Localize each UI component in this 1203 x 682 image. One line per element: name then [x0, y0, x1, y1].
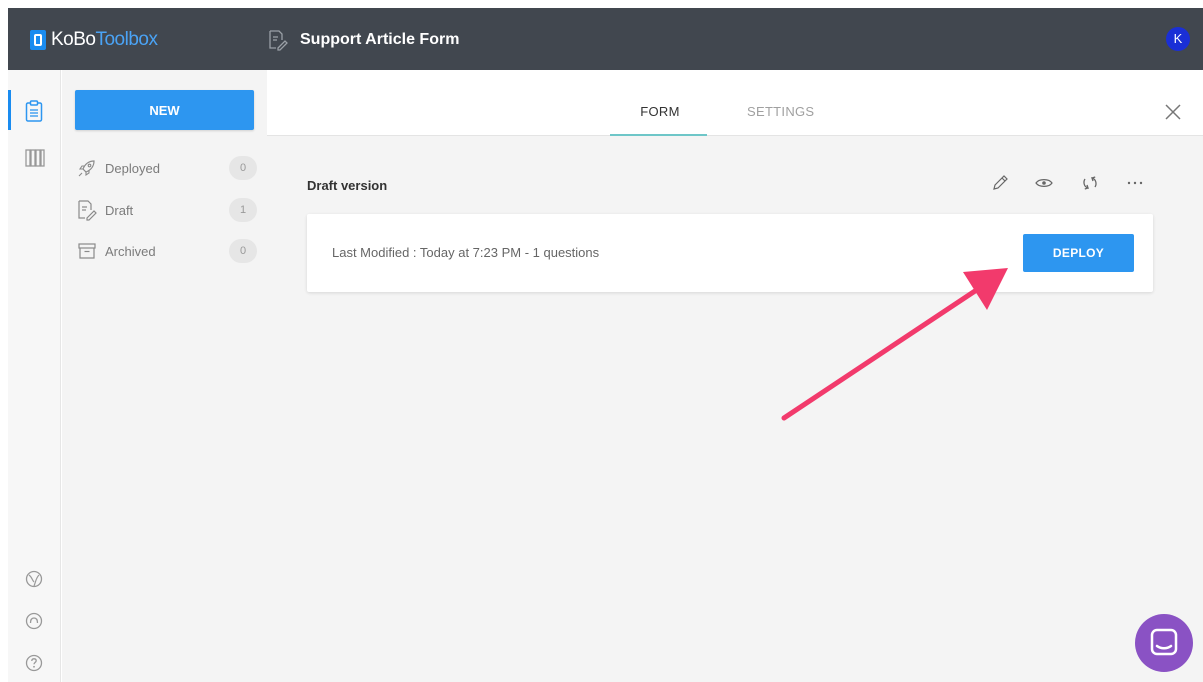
form-title-area: Support Article Form [268, 28, 459, 52]
logo-text-secondary: Toolbox [95, 29, 158, 50]
rail-active-indicator [8, 90, 11, 130]
deploy-button[interactable]: DEPLOY [1023, 234, 1134, 272]
sidebar-item-draft[interactable]: Draft 1 [77, 198, 257, 222]
sidebar-item-label: Deployed [105, 160, 160, 176]
sidebar-item-deployed[interactable]: Deployed 0 [77, 156, 257, 180]
sidebar-item-archived[interactable]: Archived 0 [77, 239, 257, 263]
sidebar-item-label: Archived [105, 243, 156, 259]
help-question-icon[interactable] [25, 654, 43, 672]
archived-count-badge: 0 [229, 239, 257, 263]
tab-settings[interactable]: SETTINGS [747, 104, 814, 119]
more-options-icon[interactable] [1125, 174, 1145, 192]
replace-refresh-icon[interactable] [1081, 174, 1099, 192]
forms-sidebar: NEW Deployed 0 Draft 1 Archived 0 [62, 70, 267, 682]
top-bar: KoBoToolbox Support Article Form K [8, 8, 1203, 70]
tab-bar: FORM SETTINGS [267, 88, 1203, 136]
last-modified-text: Last Modified : Today at 7:23 PM - 1 que… [332, 245, 600, 260]
sidebar-item-label: Draft [105, 202, 134, 218]
draft-version-heading: Draft version [307, 178, 388, 193]
close-icon[interactable] [1163, 102, 1183, 122]
edit-pencil-icon[interactable] [991, 174, 1009, 192]
draft-count-badge: 1 [229, 198, 257, 222]
logo-mark-icon [30, 30, 46, 50]
left-rail [8, 70, 61, 682]
form-panel: FORM SETTINGS Draft version Last Modifie… [267, 88, 1203, 682]
tab-form[interactable]: FORM [610, 104, 710, 119]
user-avatar[interactable]: K [1166, 27, 1190, 51]
library-icon[interactable] [25, 148, 45, 168]
forms-clipboard-icon[interactable] [25, 100, 43, 122]
form-edit-icon [269, 30, 288, 51]
kobotoolbox-logo[interactable]: KoBoToolbox [30, 29, 158, 51]
chat-widget-button[interactable] [1135, 614, 1193, 672]
github-icon[interactable] [25, 612, 43, 630]
preview-eye-icon[interactable] [1034, 174, 1054, 192]
help-center-icon[interactable] [25, 570, 43, 588]
form-title: Support Article Form [300, 31, 460, 48]
rocket-icon [78, 160, 95, 177]
draft-icon [78, 200, 97, 221]
draft-version-card: Last Modified : Today at 7:23 PM - 1 que… [307, 214, 1153, 292]
active-tab-indicator [610, 134, 707, 136]
archive-icon [78, 243, 96, 259]
logo-text-primary: KoBo [51, 29, 96, 50]
chat-icon [1150, 628, 1178, 656]
deployed-count-badge: 0 [229, 156, 257, 180]
new-form-button[interactable]: NEW [75, 90, 254, 130]
